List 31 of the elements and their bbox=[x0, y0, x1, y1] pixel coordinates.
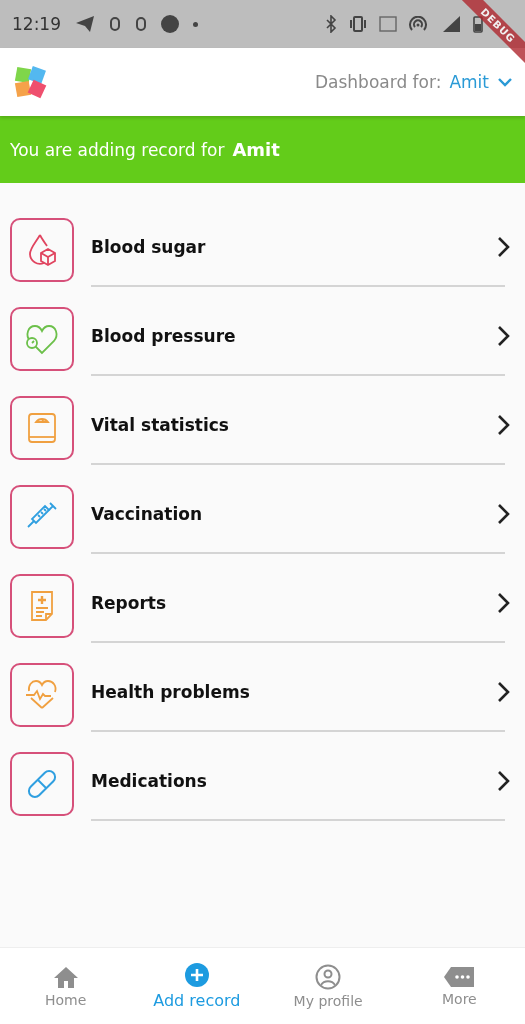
vibrate-icon bbox=[349, 16, 367, 32]
chevron-right-icon[interactable] bbox=[496, 413, 510, 436]
add-icon bbox=[183, 962, 210, 988]
banner-text: You are adding record for bbox=[10, 139, 225, 160]
record-label[interactable]: Medications bbox=[91, 770, 207, 791]
dashboard-label: Dashboard for: bbox=[315, 72, 442, 92]
app-logo-icon bbox=[12, 64, 48, 100]
record-label[interactable]: Blood sugar bbox=[91, 236, 206, 257]
record-label[interactable]: Blood pressure bbox=[91, 325, 236, 346]
record-label[interactable]: Health problems bbox=[91, 681, 250, 702]
profile-icon bbox=[315, 963, 342, 990]
hotspot-icon bbox=[409, 16, 427, 32]
chevron-right-icon[interactable] bbox=[496, 235, 510, 258]
chevron-right-icon[interactable] bbox=[496, 324, 510, 347]
status-time: 12:19 bbox=[12, 14, 61, 34]
banner-person: Amit bbox=[232, 139, 280, 160]
chevron-right-icon[interactable] bbox=[496, 591, 510, 614]
chevron-right-icon[interactable] bbox=[496, 502, 510, 525]
send-icon bbox=[75, 15, 95, 33]
dot-icon bbox=[193, 21, 198, 27]
bluetooth-icon bbox=[325, 15, 337, 33]
dot-icon bbox=[161, 15, 179, 33]
record-label[interactable]: Reports bbox=[91, 592, 167, 613]
battery-icon bbox=[473, 15, 483, 33]
chevron-right-icon[interactable] bbox=[496, 680, 510, 703]
more-icon bbox=[443, 965, 476, 988]
chevron-right-icon[interactable] bbox=[496, 769, 510, 792]
home-icon bbox=[52, 964, 79, 989]
record-label[interactable]: Vital statistics bbox=[91, 414, 229, 435]
record-label[interactable]: Vaccination bbox=[91, 503, 202, 524]
chevron-down-icon[interactable] bbox=[497, 76, 513, 88]
